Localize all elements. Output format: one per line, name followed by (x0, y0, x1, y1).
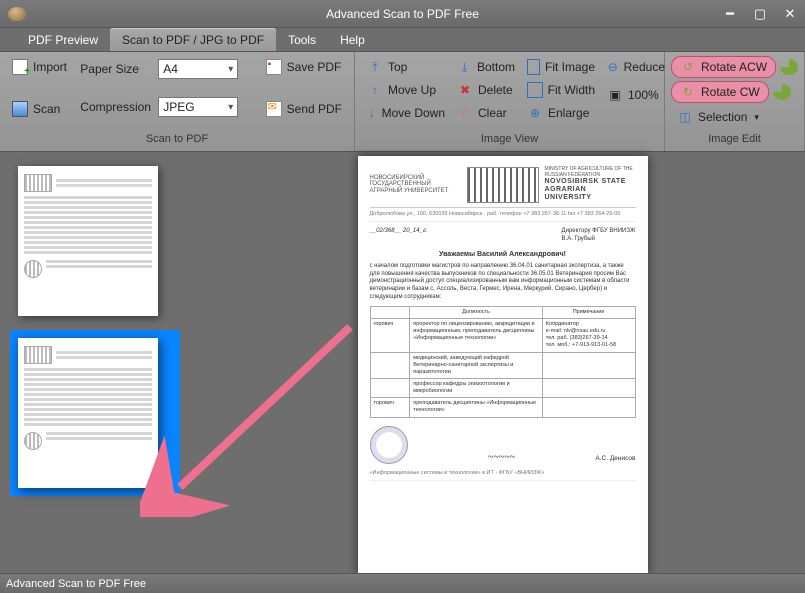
ribbon-group-scan: Import Scan Paper Size A4 Compression JP… (0, 52, 355, 151)
clear-button[interactable]: ✐Clear (451, 102, 521, 124)
rotate-cw-icon: ↻ (680, 84, 696, 100)
compression-row: Compression JPEG (74, 94, 259, 120)
undo-icon[interactable] (780, 59, 798, 75)
window-title: Advanced Scan to PDF Free (326, 7, 479, 21)
top-icon: ⤒ (367, 59, 383, 75)
doc-recipient: Директору ФГБУ ВНИИЗЖ В.А. Грубый (562, 228, 636, 244)
ribbon-group-edit-label: Image Edit (665, 133, 804, 151)
status-text: Advanced Scan to PDF Free (6, 578, 146, 590)
tab-scan-to-pdf[interactable]: Scan to PDF / JPG to PDF (110, 28, 276, 51)
fit-width-button[interactable]: Fit Width (521, 79, 601, 101)
fit-width-icon (527, 82, 543, 98)
reduce-button[interactable]: ⊖Reduce (601, 56, 671, 78)
title-bar: Advanced Scan to PDF Free ━ ▢ ✕ (0, 0, 805, 28)
enlarge-icon: ⊕ (527, 105, 543, 121)
paper-size-row: Paper Size A4 (74, 56, 259, 82)
ribbon-group-edit: ↺Rotate ACW ↻Rotate CW ◫Selection▾ Image… (665, 52, 805, 151)
maximize-button[interactable]: ▢ (745, 3, 775, 25)
top-button[interactable]: ⤒Top (361, 56, 451, 78)
fit-image-icon (527, 59, 540, 75)
tab-strip: PDF Preview Scan to PDF / JPG to PDF Too… (0, 28, 805, 52)
redo-icon[interactable] (773, 84, 791, 100)
move-up-button[interactable]: ↑Move Up (361, 79, 451, 101)
move-down-button[interactable]: ↓Move Down (361, 102, 451, 124)
selection-button[interactable]: ◫Selection▾ (671, 106, 798, 128)
compression-label: Compression (80, 100, 152, 114)
delete-icon: ✖ (457, 82, 473, 98)
work-area: НОВОСИБИРСКИЙ ГОСУДАРСТВЕННЫЙ АГРАРНЫЙ У… (0, 152, 805, 573)
doc-signer: А.С. Денисов (595, 455, 635, 463)
send-pdf-button[interactable]: Send PDF (260, 98, 348, 120)
doc-body: с началом подготовки магистров по направ… (370, 263, 636, 302)
bottom-icon: ⤓ (457, 59, 472, 75)
menu-help[interactable]: Help (328, 28, 377, 51)
doc-footer: «Информационные системы и технологии» в … (370, 470, 636, 481)
doc-salutation: Уважаемы Василий Александрович! (370, 250, 636, 259)
thumbnail-panel (0, 152, 200, 573)
document-preview[interactable]: НОВОСИБИРСКИЙ ГОСУДАРСТВЕННЫЙ АГРАРНЫЙ У… (358, 156, 648, 574)
rotate-acw-button[interactable]: ↺Rotate ACW (671, 56, 776, 78)
delete-button[interactable]: ✖Delete (451, 79, 521, 101)
move-up-icon: ↑ (367, 82, 383, 98)
bottom-button[interactable]: ⤓Bottom (451, 56, 521, 78)
app-icon (8, 7, 26, 21)
ribbon-group-view: ⤒Top ↑Move Up ↓Move Down ⤓Bottom ✖Delete… (355, 52, 665, 151)
clear-icon: ✐ (457, 105, 473, 121)
menu-tools[interactable]: Tools (276, 28, 328, 51)
import-label: Import (33, 60, 67, 74)
paper-size-combo[interactable]: A4 (158, 59, 238, 79)
send-pdf-label: Send PDF (287, 102, 342, 116)
doc-table: ДолжностьПримечание горовичпроректор по … (370, 306, 636, 418)
doc-org-left: НОВОСИБИРСКИЙ ГОСУДАРСТВЕННЫЙ АГРАРНЫЙ У… (370, 175, 461, 195)
save-pdf-button[interactable]: Save PDF (260, 56, 348, 78)
close-button[interactable]: ✕ (775, 3, 805, 25)
actual-size-icon: ▣ (607, 87, 623, 103)
fit-image-button[interactable]: Fit Image (521, 56, 601, 78)
thumbnail-1[interactable] (18, 166, 158, 316)
doc-contact: Добролюбова ул., 160, 630039 Новосибирск… (370, 211, 636, 222)
ribbon-group-scan-label: Scan to PDF (0, 133, 354, 151)
ribbon: Import Scan Paper Size A4 Compression JP… (0, 52, 805, 152)
save-pdf-label: Save PDF (287, 60, 342, 74)
doc-logo (467, 167, 539, 203)
rotate-cw-button[interactable]: ↻Rotate CW (671, 81, 769, 103)
scanner-icon (12, 101, 28, 117)
thumbnail-2-selected[interactable] (10, 330, 180, 496)
minimize-button[interactable]: ━ (715, 3, 745, 25)
window-controls: ━ ▢ ✕ (715, 3, 805, 25)
reduce-icon: ⊖ (607, 59, 619, 75)
send-pdf-icon (266, 101, 282, 117)
selection-icon: ◫ (677, 109, 693, 125)
ribbon-group-view-label: Image View (355, 133, 664, 151)
doc-ministry: MINISTRY OF AGRICULTURE OF THE RUSSIAN F… (545, 167, 636, 178)
enlarge-button[interactable]: ⊕Enlarge (521, 102, 601, 124)
preview-panel: НОВОСИБИРСКИЙ ГОСУДАРСТВЕННЫЙ АГРАРНЫЙ У… (200, 152, 805, 573)
status-bar: Advanced Scan to PDF Free (0, 573, 805, 593)
move-down-icon: ↓ (367, 105, 377, 121)
doc-date-no: __02/368__ 20_14_г. (370, 228, 428, 244)
chevron-down-icon: ▾ (754, 112, 759, 123)
rotate-acw-icon: ↺ (680, 59, 696, 75)
doc-university: NOVOSIBIRSK STATE AGRARIAN UNIVERSITY (545, 178, 636, 201)
import-button[interactable]: Import (6, 56, 74, 78)
scan-button[interactable]: Scan (6, 98, 74, 120)
tab-pdf-preview[interactable]: PDF Preview (16, 28, 110, 51)
scan-label: Scan (33, 102, 60, 116)
paper-size-label: Paper Size (80, 62, 152, 76)
hundred-percent-button[interactable]: ▣100% (601, 84, 671, 106)
save-pdf-icon (266, 59, 282, 75)
import-icon (12, 59, 28, 75)
doc-stamp-icon (370, 426, 408, 464)
compression-combo[interactable]: JPEG (158, 97, 238, 117)
